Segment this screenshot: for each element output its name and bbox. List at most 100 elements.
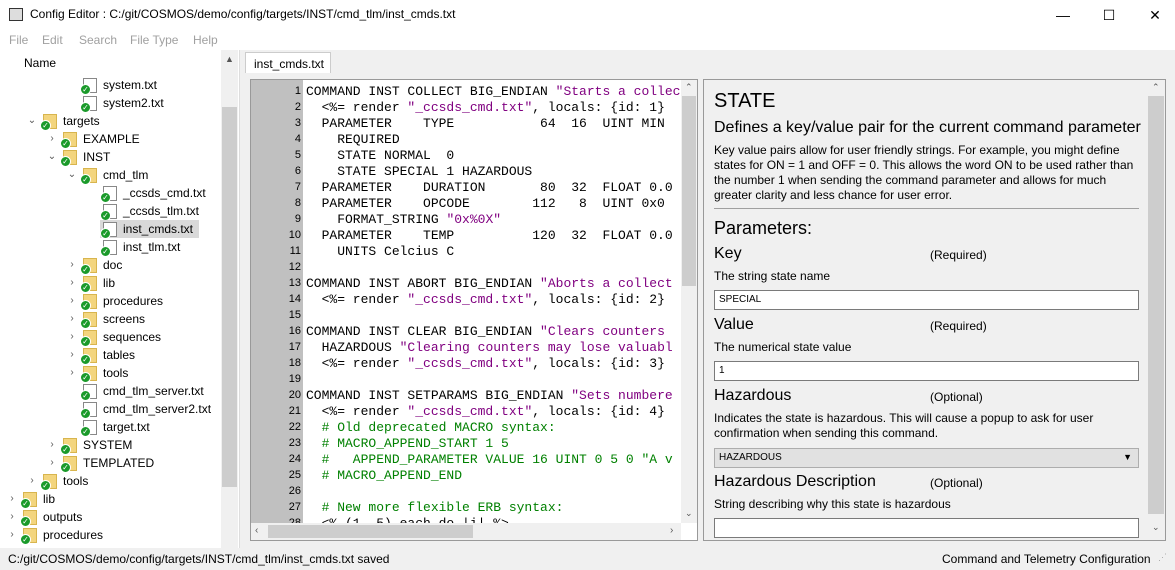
- code-line[interactable]: <%= render "_ccsds_cmd.txt", locals: {id…: [306, 404, 665, 420]
- code-line[interactable]: HAZARDOUS "Clearing counters may lose va…: [306, 340, 673, 356]
- tree-item[interactable]: › ✓ EXAMPLE: [44, 130, 146, 149]
- tree-item[interactable]: ✓ system2.txt: [64, 94, 170, 113]
- code-line[interactable]: COMMAND INST CLEAR BIG_ENDIAN "Clears co…: [306, 324, 665, 340]
- code-line[interactable]: # MACRO_APPEND_START 1 5: [306, 436, 509, 452]
- scroll-down-icon[interactable]: ⌄: [685, 508, 693, 519]
- chevron-right-icon[interactable]: ›: [67, 346, 77, 364]
- tree-item[interactable]: › ✓ tools: [64, 364, 134, 383]
- editor-vscrollbar[interactable]: ⌃ ⌄: [681, 80, 697, 523]
- code-line[interactable]: # APPEND_PARAMETER VALUE 16 UINT 0 5 0 "…: [306, 452, 673, 468]
- tree-item[interactable]: › ✓ lib: [64, 274, 121, 293]
- code-line[interactable]: UNITS Celcius C: [306, 244, 454, 260]
- code-line[interactable]: PARAMETER OPCODE 112 8 UINT 0x0: [306, 196, 665, 212]
- code-line[interactable]: PARAMETER TYPE 64 16 UINT MIN: [306, 116, 665, 132]
- tree-scroll-thumb[interactable]: [222, 107, 237, 487]
- chevron-right-icon[interactable]: ›: [67, 364, 77, 382]
- code-line[interactable]: # Old deprecated MACRO syntax:: [306, 420, 556, 436]
- tree-item[interactable]: › ✓ screens: [64, 310, 151, 329]
- code-line[interactable]: STATE NORMAL 0: [306, 148, 454, 164]
- scroll-down-icon[interactable]: ⌄: [1152, 522, 1160, 533]
- scroll-right-icon[interactable]: ›: [670, 525, 673, 536]
- tree-item[interactable]: › ✓ procedures: [64, 292, 169, 311]
- line-number: 10: [288, 229, 301, 241]
- hazardous-select[interactable]: HAZARDOUS ▼: [714, 448, 1139, 468]
- param-name: Hazardous: [714, 387, 792, 404]
- code-line[interactable]: STATE SPECIAL 1 HAZARDOUS: [306, 164, 532, 180]
- scroll-up-icon[interactable]: ▲: [225, 54, 234, 64]
- chevron-right-icon[interactable]: ›: [7, 508, 17, 526]
- menu-search[interactable]: Search: [79, 33, 117, 47]
- menu-edit[interactable]: Edit: [42, 33, 63, 47]
- code-line[interactable]: <%= render "_ccsds_cmd.txt", locals: {id…: [306, 100, 665, 116]
- chevron-right-icon[interactable]: ›: [27, 472, 37, 490]
- tree-item[interactable]: › ✓ TEMPLATED: [44, 454, 160, 473]
- code-line[interactable]: <%= render "_ccsds_cmd.txt", locals: {id…: [306, 356, 665, 372]
- tree-item[interactable]: ⌄ ✓ targets: [24, 112, 106, 131]
- chevron-right-icon[interactable]: ›: [47, 436, 57, 454]
- menu-file[interactable]: File: [9, 33, 28, 47]
- chevron-down-icon[interactable]: ⌄: [47, 148, 57, 166]
- code-line[interactable]: # MACRO_APPEND_END: [306, 468, 462, 484]
- tree-item[interactable]: ✓ _ccsds_cmd.txt: [84, 184, 212, 203]
- help-scrollbar[interactable]: ⌃ ⌄: [1147, 80, 1165, 540]
- chevron-right-icon[interactable]: ›: [7, 526, 17, 544]
- tree-item[interactable]: ✓ inst_cmds.txt: [100, 220, 200, 239]
- menu-help[interactable]: Help: [193, 33, 218, 47]
- resize-grip-icon[interactable]: ⋰: [1158, 552, 1167, 563]
- tree-item[interactable]: ✓ cmd_tlm_server.txt: [64, 382, 210, 401]
- tree-scrollbar[interactable]: ▲: [221, 50, 238, 548]
- editor-hscrollbar[interactable]: ‹ ›: [251, 523, 681, 540]
- code-line[interactable]: <%= render "_ccsds_cmd.txt", locals: {id…: [306, 292, 665, 308]
- param-input[interactable]: SPECIAL: [714, 290, 1139, 310]
- menu-file-type[interactable]: File Type: [130, 33, 178, 47]
- tree-item[interactable]: › ✓ sequences: [64, 328, 167, 347]
- tree-item[interactable]: › ✓ tools: [24, 472, 94, 491]
- chevron-right-icon[interactable]: ›: [67, 292, 77, 310]
- tree-item[interactable]: ✓ cmd_tlm_server2.txt: [64, 400, 217, 419]
- chevron-right-icon[interactable]: ›: [67, 274, 77, 292]
- scroll-up-icon[interactable]: ⌃: [685, 82, 693, 93]
- tree-item[interactable]: › ✓ outputs: [4, 508, 88, 527]
- code-line[interactable]: COMMAND INST COLLECT BIG_ENDIAN "Starts …: [306, 84, 688, 100]
- param-input[interactable]: [714, 518, 1139, 538]
- chevron-right-icon[interactable]: ›: [7, 490, 17, 508]
- chevron-down-icon[interactable]: ⌄: [27, 112, 37, 130]
- code-line[interactable]: PARAMETER DURATION 80 32 FLOAT 0.0: [306, 180, 673, 196]
- tree-item[interactable]: › ✓ procedures: [4, 526, 109, 545]
- editor-hscroll-thumb[interactable]: [268, 525, 473, 538]
- code-line[interactable]: COMMAND INST ABORT BIG_ENDIAN "Aborts a …: [306, 276, 673, 292]
- editor-vscroll-thumb[interactable]: [682, 96, 696, 286]
- chevron-right-icon[interactable]: ›: [67, 328, 77, 346]
- code-line[interactable]: FORMAT_STRING "0x%0X": [306, 212, 501, 228]
- tree-item[interactable]: ⌄ ✓ INST: [44, 148, 116, 167]
- maximize-button[interactable]: ☐: [1086, 0, 1132, 30]
- tree-item[interactable]: ✓ inst_tlm.txt: [84, 238, 186, 257]
- code-editor[interactable]: 1 2 3 4 5 6 7 8 9 10 11 12 13 14 15 16 17 18 19 20 21 22 23 24 2…: [250, 79, 698, 541]
- code-line[interactable]: REQUIRED: [306, 132, 399, 148]
- tree-item[interactable]: ✓ system.txt: [64, 76, 163, 95]
- tree-item[interactable]: ⌄ ✓ cmd_tlm: [64, 166, 154, 185]
- tree-item[interactable]: › ✓ lib: [4, 490, 61, 509]
- scroll-up-icon[interactable]: ⌃: [1152, 82, 1160, 93]
- chevron-down-icon[interactable]: ⌄: [67, 166, 77, 184]
- code-line[interactable]: PARAMETER TEMP 120 32 FLOAT 0.0: [306, 228, 673, 244]
- tab-inst-cmds[interactable]: inst_cmds.txt: [245, 52, 331, 73]
- chevron-right-icon[interactable]: ›: [67, 256, 77, 274]
- scroll-left-icon[interactable]: ‹: [255, 525, 258, 536]
- chevron-right-icon[interactable]: ›: [47, 130, 57, 148]
- chevron-right-icon[interactable]: ›: [47, 454, 57, 472]
- close-button[interactable]: ✕: [1132, 0, 1175, 30]
- param-input[interactable]: 1: [714, 361, 1139, 381]
- tree-item[interactable]: ✓ target.txt: [64, 418, 156, 437]
- code-line[interactable]: # New more flexible ERB syntax:: [306, 500, 564, 516]
- tree-item[interactable]: › ✓ tables: [64, 346, 141, 365]
- tree-item[interactable]: › ✓ SYSTEM: [44, 436, 138, 455]
- tree-header-name[interactable]: Name: [24, 56, 56, 70]
- code-line[interactable]: COMMAND INST SETPARAMS BIG_ENDIAN "Sets …: [306, 388, 673, 404]
- chevron-right-icon[interactable]: ›: [67, 310, 77, 328]
- tree-item[interactable]: › ✓ doc: [64, 256, 128, 275]
- help-scroll-thumb[interactable]: [1148, 96, 1164, 514]
- minimize-button[interactable]: —: [1040, 0, 1086, 30]
- tree-item[interactable]: ✓ _ccsds_tlm.txt: [84, 202, 205, 221]
- folder-icon: ✓: [80, 312, 97, 329]
